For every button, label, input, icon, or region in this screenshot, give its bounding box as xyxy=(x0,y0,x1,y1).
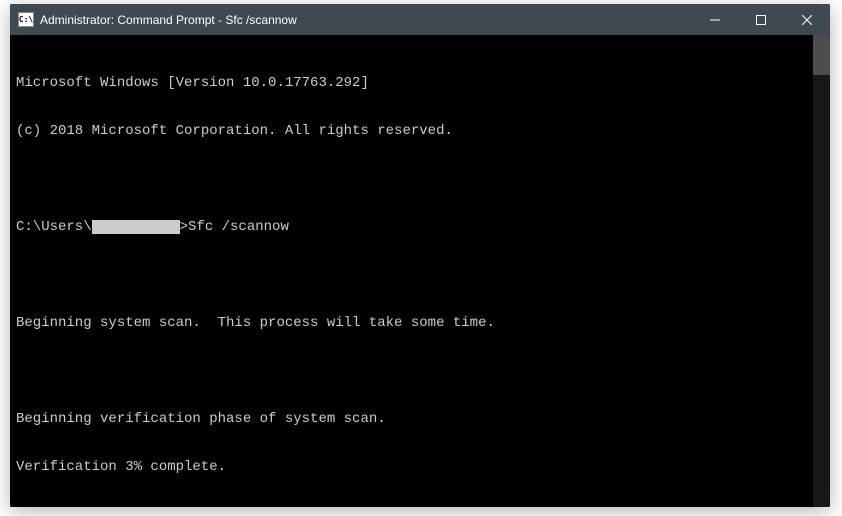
window-controls xyxy=(692,4,830,35)
output-line-blank xyxy=(10,267,813,283)
cmd-icon: C:\ xyxy=(18,12,34,27)
output-line-copyright: (c) 2018 Microsoft Corporation. All righ… xyxy=(10,123,813,139)
close-button[interactable] xyxy=(784,4,830,35)
output-line-version: Microsoft Windows [Version 10.0.17763.29… xyxy=(10,75,813,91)
terminal-output[interactable]: Microsoft Windows [Version 10.0.17763.29… xyxy=(10,35,813,507)
output-line-blank xyxy=(10,171,813,187)
scrollbar-thumb[interactable] xyxy=(813,35,830,75)
output-line-begin-scan: Beginning system scan. This process will… xyxy=(10,315,813,331)
minimize-icon xyxy=(710,15,720,25)
prompt-prefix: C:\Users\ xyxy=(16,219,92,235)
cmd-icon-label: C:\ xyxy=(19,15,33,24)
prompt-command: >Sfc /scannow xyxy=(180,219,289,235)
command-prompt-window: C:\ Administrator: Command Prompt - Sfc … xyxy=(10,4,830,507)
close-icon xyxy=(802,15,812,25)
output-line-blank xyxy=(10,363,813,379)
prompt-line: C:\Users\ >Sfc /scannow xyxy=(10,219,813,235)
redacted-username xyxy=(92,220,180,234)
output-line-progress: Verification 3% complete. xyxy=(10,459,813,475)
maximize-button[interactable] xyxy=(738,4,784,35)
minimize-button[interactable] xyxy=(692,4,738,35)
terminal-area: Microsoft Windows [Version 10.0.17763.29… xyxy=(10,35,830,507)
maximize-icon xyxy=(756,15,766,25)
output-line-begin-verify: Beginning verification phase of system s… xyxy=(10,411,813,427)
scrollbar[interactable] xyxy=(813,35,830,507)
titlebar[interactable]: C:\ Administrator: Command Prompt - Sfc … xyxy=(10,4,830,35)
window-title: Administrator: Command Prompt - Sfc /sca… xyxy=(40,13,297,27)
